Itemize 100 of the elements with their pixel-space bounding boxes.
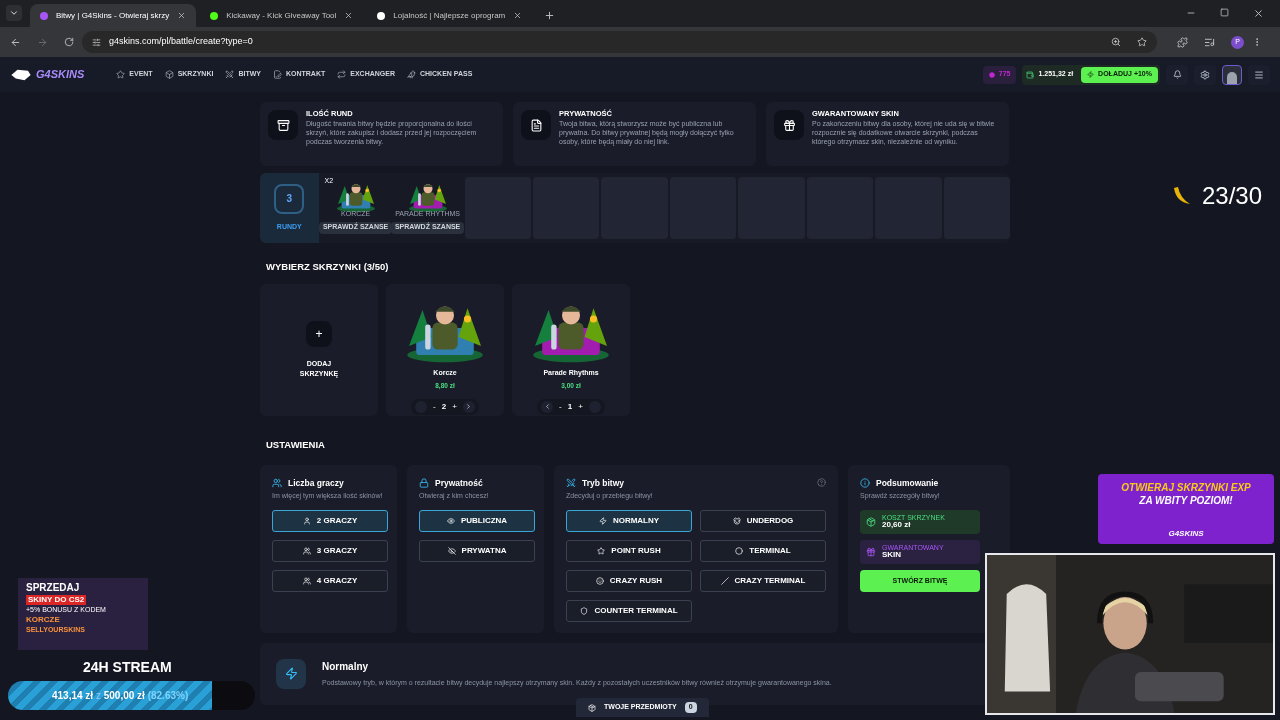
tab-title: Lojalność | Najlepsze oprogram (393, 9, 506, 22)
tab-title: Bitwy | G4Skins - Otwieraj skrzy (56, 9, 170, 22)
media-icon[interactable] (1204, 36, 1215, 48)
option-button[interactable]: PRYWATNA (419, 539, 535, 562)
option-icon (732, 516, 741, 525)
option-button[interactable]: COUNTER TERMINAL (566, 599, 692, 622)
panel-icon (419, 477, 429, 488)
panel-title: Liczba graczy (288, 476, 344, 490)
panel-icon (860, 477, 870, 488)
section-title: WYBIERZ SKRZYNKI (3/50) (266, 260, 390, 274)
bolt-icon (1087, 71, 1095, 78)
guaranteed-value: SKIN (882, 551, 903, 560)
site-info-icon[interactable] (92, 37, 101, 47)
option-button[interactable]: POINT RUSH (566, 539, 692, 562)
option-button[interactable]: TERMINAL (700, 539, 826, 562)
address-field[interactable]: g4skins.com/pl/battle/create?type=0 (82, 31, 1157, 53)
browser-tab[interactable]: Kickaway - Kick Giveaway Tool (200, 4, 364, 27)
nav-icon (164, 70, 174, 79)
increase-button[interactable]: + (578, 400, 583, 413)
panel-icon (566, 477, 576, 488)
option-button[interactable]: 3 GRACZY (272, 539, 388, 562)
option-icon (302, 516, 311, 525)
close-icon[interactable] (513, 11, 523, 20)
option-icon (447, 546, 456, 555)
user-avatar[interactable] (1222, 64, 1242, 85)
restore-icon[interactable] (1220, 8, 1229, 17)
panel-title: Prywatność (435, 476, 483, 490)
ad-text: SPRZEDAJ (26, 582, 81, 595)
package-icon (588, 703, 596, 712)
logo-text[interactable]: G4SKINS (36, 66, 85, 83)
tab-list-button[interactable] (6, 5, 22, 21)
decrease-button[interactable]: - (559, 400, 562, 413)
option-button[interactable]: CRAZY RUSH (566, 569, 692, 592)
option-icon (720, 576, 729, 585)
quantity-value: 1 (567, 400, 573, 413)
url-text: g4skins.com/pl/battle/create?type=0 (109, 35, 253, 49)
nav-icon (407, 70, 416, 79)
back-icon[interactable] (10, 36, 21, 48)
option-icon (302, 546, 311, 555)
option-button[interactable]: NORMALNY (566, 509, 692, 532)
chevron-right-icon (465, 403, 473, 410)
ad-text: SKINY DO CS2 (26, 594, 87, 605)
progress-text: 413,14 zł z 500,00 zł (82.63%) (52, 689, 189, 703)
close-icon[interactable] (177, 11, 187, 20)
browser-tab[interactable]: Lojalność | Najlepsze oprogram (367, 4, 533, 27)
wallet-icon (1026, 70, 1035, 79)
chevron-left-icon (543, 403, 551, 410)
option-icon (735, 546, 744, 555)
stream-title: 24H STREAM (83, 658, 172, 677)
panel-title: Podsumowanie (876, 476, 939, 490)
mode-title: Normalny (322, 659, 370, 674)
info-icon (774, 110, 804, 140)
goal-counter: 23/30 (1202, 181, 1263, 211)
zoom-icon[interactable] (1111, 37, 1121, 47)
coin-icon (988, 71, 995, 78)
chevron-icon (9, 8, 19, 18)
reload-icon[interactable] (64, 37, 74, 47)
notifications-button[interactable] (1166, 64, 1188, 85)
logo-icon (10, 67, 32, 82)
move-left-button[interactable] (541, 400, 554, 413)
option-icon (597, 546, 606, 555)
option-icon (446, 516, 455, 525)
option-button[interactable]: UNDERDOG (700, 509, 826, 532)
info-icon (521, 110, 551, 140)
gift-icon (866, 546, 876, 557)
option-button[interactable]: PUBLICZNA (419, 509, 535, 532)
nav-icon (273, 70, 282, 79)
bookmark-icon[interactable] (1137, 37, 1147, 47)
quantity-value: 2 (441, 400, 447, 413)
menu-button[interactable] (1248, 64, 1270, 85)
menu-icon (1254, 69, 1264, 80)
ad-text: KORCZE (26, 615, 61, 625)
tab-title: Kickaway - Kick Giveaway Tool (226, 9, 337, 22)
cost-value: 20,60 zł (882, 521, 912, 530)
decrease-button[interactable]: - (433, 400, 436, 413)
option-button[interactable]: 4 GRACZY (272, 569, 388, 592)
section-title: USTAWIENIA (266, 438, 326, 453)
rounds-count: 3 (274, 183, 305, 214)
banner-brand: G4SKINS (1168, 528, 1204, 540)
increase-button[interactable]: + (452, 400, 457, 413)
option-icon (580, 606, 589, 615)
close-icon[interactable] (344, 11, 354, 20)
add-icon: + (306, 320, 332, 347)
bell-icon (1172, 70, 1182, 79)
panel-title: Tryb bitwy (582, 476, 625, 490)
option-button[interactable]: 2 GRACZY (272, 509, 388, 532)
option-button[interactable]: CRAZY TERMINAL (700, 569, 826, 592)
browser-tab[interactable]: Bitwy | G4Skins - Otwieraj skrzy (30, 4, 197, 27)
settings-button[interactable] (1194, 64, 1216, 85)
move-right-button[interactable] (462, 400, 475, 413)
crate-icon (866, 516, 876, 527)
info-icon (268, 110, 298, 140)
option-icon (302, 576, 311, 585)
nav-icon (337, 70, 347, 79)
new-tab-icon[interactable] (544, 10, 556, 21)
banner-text: ZA WBITY POZIOM! (1139, 494, 1233, 507)
banner-text: OTWIERAJ SKRZYNKI EXP (1121, 482, 1251, 495)
close-icon[interactable] (1253, 8, 1264, 19)
extensions-icon[interactable] (1177, 36, 1188, 48)
nav-icon (116, 70, 126, 79)
